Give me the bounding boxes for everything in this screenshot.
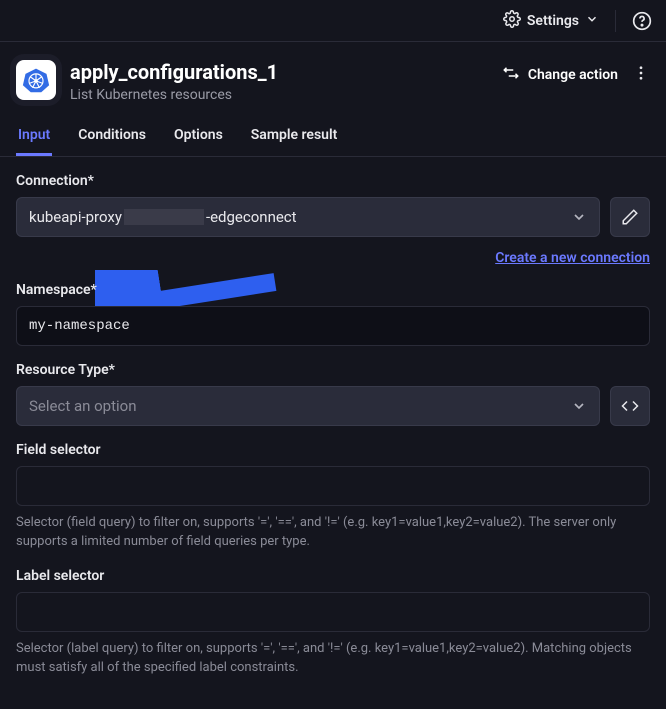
field-selector-input[interactable] [16, 466, 650, 506]
edit-connection-button[interactable] [610, 197, 650, 237]
change-action-button[interactable]: Change action [502, 64, 618, 86]
code-mode-button[interactable] [610, 386, 650, 426]
connection-field: Connection* kubeapi-proxy -edgeconnect Cr… [16, 173, 650, 266]
top-divider [615, 10, 616, 32]
change-action-label: Change action [528, 67, 618, 83]
label-selector-helper: Selector (label query) to filter on, sup… [16, 640, 650, 678]
swap-icon [502, 64, 520, 86]
top-bar: Settings [0, 0, 666, 42]
connection-value-suffix: -edgeconnect [206, 208, 297, 226]
tab-options[interactable]: Options [172, 127, 225, 156]
label-selector-label: Label selector [16, 568, 650, 584]
chevron-down-icon [571, 398, 587, 414]
connection-value-prefix: kubeapi-proxy [29, 208, 122, 226]
help-button[interactable] [632, 11, 652, 31]
tab-sample-result[interactable]: Sample result [249, 127, 340, 156]
connection-label: Connection* [16, 173, 650, 189]
label-selector-field: Label selector Selector (label query) to… [16, 568, 650, 678]
field-selector-helper: Selector (field query) to filter on, sup… [16, 514, 650, 552]
resource-type-label: Resource Type* [16, 362, 650, 378]
action-header: apply_configurations_1 List Kubernetes r… [0, 42, 666, 109]
tab-input[interactable]: Input [16, 127, 52, 156]
settings-button[interactable]: Settings [503, 10, 599, 32]
tab-conditions[interactable]: Conditions [76, 127, 148, 156]
namespace-label: Namespace* [16, 282, 650, 298]
connection-select[interactable]: kubeapi-proxy -edgeconnect [16, 197, 600, 237]
kubernetes-icon [16, 60, 56, 100]
page-title: apply_configurations_1 [70, 60, 488, 84]
create-connection-link[interactable]: Create a new connection [495, 250, 650, 266]
resource-type-placeholder: Select an option [29, 397, 136, 415]
chevron-down-icon [585, 12, 599, 30]
field-selector-label: Field selector [16, 442, 650, 458]
help-icon [632, 11, 652, 31]
resource-type-field: Resource Type* Select an option [16, 362, 650, 426]
settings-label: Settings [527, 13, 579, 29]
namespace-input[interactable] [16, 306, 650, 346]
more-menu-button[interactable] [632, 64, 650, 86]
form: Connection* kubeapi-proxy -edgeconnect Cr… [0, 157, 666, 709]
label-selector-input[interactable] [16, 592, 650, 632]
redacted-segment [124, 209, 204, 225]
page-subtitle: List Kubernetes resources [70, 87, 488, 103]
code-icon [621, 397, 639, 415]
pencil-icon [621, 208, 639, 226]
chevron-down-icon [571, 209, 587, 225]
resource-type-select[interactable]: Select an option [16, 386, 600, 426]
namespace-field: Namespace* [16, 282, 650, 346]
gear-icon [503, 10, 521, 32]
tab-bar: Input Conditions Options Sample result [0, 127, 666, 157]
field-selector-field: Field selector Selector (field query) to… [16, 442, 650, 552]
kebab-icon [632, 64, 650, 82]
